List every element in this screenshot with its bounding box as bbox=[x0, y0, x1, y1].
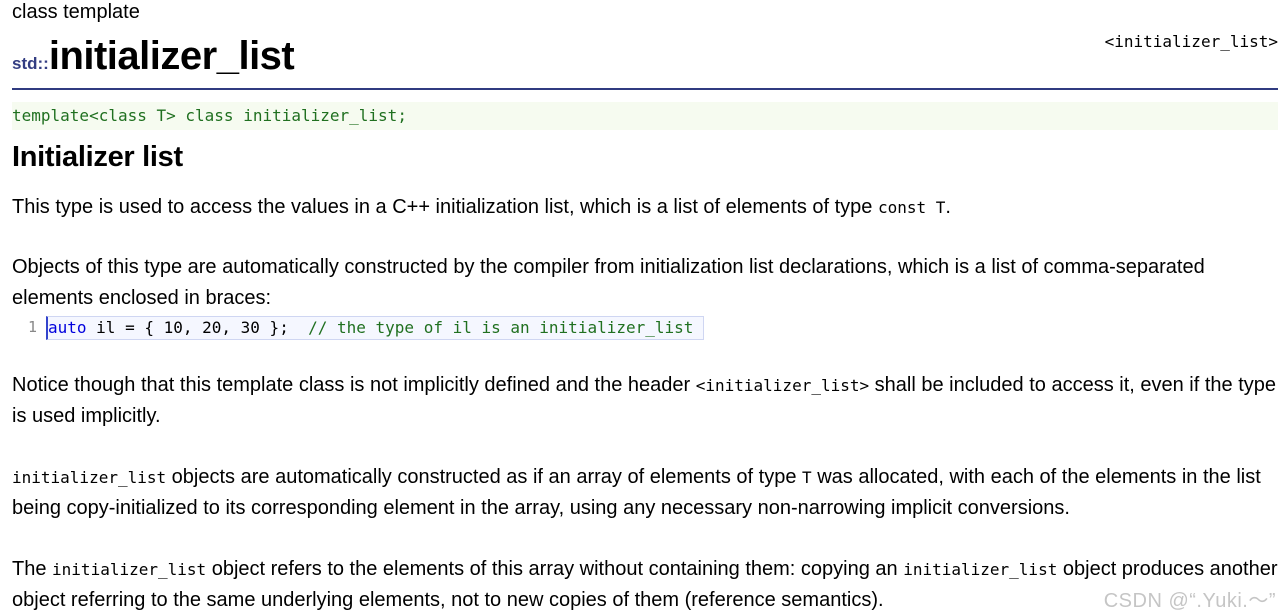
paragraph-text: The bbox=[12, 558, 53, 580]
code-example: 1 auto il = { 10, 20, 30 }; // the type … bbox=[12, 316, 1278, 340]
inline-code: const T bbox=[877, 198, 946, 217]
paragraph-text: object refers to the elements of this ar… bbox=[206, 558, 904, 580]
inline-code: initializer_list bbox=[52, 560, 207, 579]
description-paragraph-1: This type is used to access the values i… bbox=[12, 192, 1278, 223]
paragraph-text: Notice though that this template class i… bbox=[12, 374, 696, 396]
code-line[interactable]: auto il = { 10, 20, 30 }; // the type of… bbox=[46, 316, 705, 340]
code-text: il = { 10, 20, 30 }; bbox=[86, 318, 309, 337]
namespace-label: std:: bbox=[12, 54, 49, 73]
watermark: CSDN @“.Yuki.～” bbox=[1103, 590, 1276, 612]
paragraph-text: . bbox=[945, 196, 951, 218]
inline-code: initializer_list bbox=[903, 560, 1058, 579]
code-keyword: auto bbox=[48, 318, 87, 337]
description-paragraph-2: Objects of this type are automatically c… bbox=[12, 256, 1205, 309]
template-declaration: template<class T> class initializer_list… bbox=[12, 102, 1278, 130]
paragraph-text: objects are automatically constructed as… bbox=[166, 466, 802, 488]
description-paragraph-4: initializer_list objects are automatical… bbox=[12, 462, 1278, 524]
header-file-link-inline[interactable]: <initializer_list> bbox=[696, 376, 869, 395]
inline-code: T bbox=[802, 468, 812, 487]
header-file-link[interactable]: <initializer_list> bbox=[1105, 32, 1278, 51]
code-comment: // the type of il is an initializer_list bbox=[308, 318, 694, 337]
section-title: Initializer list bbox=[12, 141, 183, 173]
description-paragraph-3: Notice though that this template class i… bbox=[12, 370, 1278, 432]
entity-name: initializer_list bbox=[48, 34, 295, 78]
page-title: std::initializer_list bbox=[12, 34, 295, 78]
description-paragraph-5: The initializer_list object refers to th… bbox=[12, 554, 1278, 616]
page-header: class template std::initializer_list <in… bbox=[12, 0, 1278, 90]
paragraph-text: This type is used to access the values i… bbox=[12, 196, 878, 218]
entity-kind: class template bbox=[12, 1, 140, 23]
line-number: 1 bbox=[28, 318, 38, 336]
inline-code: initializer_list bbox=[12, 468, 167, 487]
reference-page: class template std::initializer_list <in… bbox=[12, 0, 1278, 616]
